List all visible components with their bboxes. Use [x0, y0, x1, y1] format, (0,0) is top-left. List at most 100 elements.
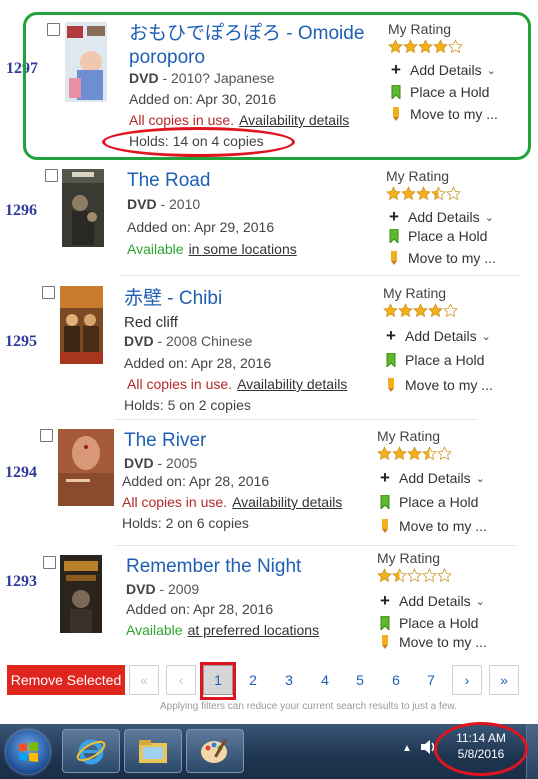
star-rating[interactable] [383, 303, 523, 321]
star-icon[interactable] [428, 303, 443, 318]
star-rating[interactable] [377, 446, 517, 464]
star-icon[interactable] [401, 186, 416, 201]
place-hold-button[interactable]: Place a Hold [386, 228, 526, 244]
item-format: DVD - 2008 Chinese [124, 333, 252, 349]
add-details-label: Add Details [408, 209, 480, 225]
star-icon[interactable] [422, 446, 437, 461]
page-3-button[interactable]: 3 [274, 665, 304, 695]
item-number: 1293 [5, 573, 37, 590]
show-hidden-icons-icon[interactable]: ▲ [402, 743, 412, 754]
page-5-button[interactable]: 5 [345, 665, 375, 695]
last-page-button[interactable]: » [489, 665, 519, 695]
first-page-button[interactable]: « [129, 665, 159, 695]
holds-highlight-oval [102, 127, 295, 157]
format-type: DVD [126, 581, 156, 597]
the-river-poster[interactable] [58, 429, 114, 506]
bookmark-icon [386, 229, 402, 243]
chevron-down-icon: ⌄ [481, 330, 491, 343]
current-page-highlight [200, 662, 236, 700]
star-icon[interactable] [437, 446, 452, 461]
move-to-list-button[interactable]: Move to my ... [377, 518, 517, 534]
star-icon[interactable] [443, 303, 458, 318]
pencil-icon [383, 378, 399, 392]
star-icon[interactable] [413, 303, 428, 318]
item-status: Available at preferred locations [126, 622, 319, 638]
bookmark-icon [377, 495, 393, 509]
place-hold-label: Place a Hold [405, 352, 485, 368]
list-item: 1295 赤壁 - Chibi Red cliff DVD - 2008 Chi… [0, 280, 538, 420]
select-checkbox[interactable] [40, 429, 53, 442]
star-icon[interactable] [377, 446, 392, 461]
add-details-label: Add Details [399, 470, 471, 486]
item-status: All copies in use. Availability details [127, 376, 347, 392]
star-icon[interactable] [407, 446, 422, 461]
star-icon[interactable] [392, 446, 407, 461]
page-6-button[interactable]: 6 [381, 665, 411, 695]
add-details-button[interactable]: + Add Details ⌄ [377, 592, 517, 609]
select-checkbox[interactable] [45, 169, 58, 182]
item-number: 1296 [5, 202, 37, 219]
availability-link[interactable]: Availability details [232, 494, 342, 510]
place-hold-label: Place a Hold [408, 228, 488, 244]
add-details-button[interactable]: + Add Details ⌄ [377, 469, 517, 486]
star-rating[interactable] [386, 186, 526, 204]
file-explorer-icon[interactable] [124, 729, 182, 773]
next-page-button[interactable]: › [452, 665, 482, 695]
place-hold-button[interactable]: Place a Hold [383, 352, 523, 368]
page-2-button[interactable]: 2 [238, 665, 268, 695]
list-item: 1294 The River DVD - 2005 Added on: Apr … [0, 425, 538, 545]
select-checkbox[interactable] [42, 286, 55, 299]
availability-link[interactable]: in some locations [189, 241, 297, 257]
availability-link[interactable]: at preferred locations [188, 622, 320, 638]
star-icon[interactable] [383, 303, 398, 318]
red-cliff-poster[interactable] [60, 286, 103, 364]
item-title[interactable]: The River [124, 429, 206, 453]
item-title[interactable]: Remember the Night [126, 555, 301, 579]
move-to-list-button[interactable]: Move to my ... [386, 250, 526, 266]
place-hold-button[interactable]: Place a Hold [377, 615, 517, 631]
windows-start-icon[interactable] [6, 730, 50, 774]
page-4-button[interactable]: 4 [310, 665, 340, 695]
item-title[interactable]: 赤壁 - Chibi [124, 287, 222, 311]
star-icon[interactable] [407, 568, 422, 583]
page-7-button[interactable]: 7 [416, 665, 446, 695]
star-icon[interactable] [386, 186, 401, 201]
star-icon[interactable] [431, 186, 446, 201]
star-icon[interactable] [446, 186, 461, 201]
format-detail: - 2010 [156, 196, 201, 212]
select-checkbox[interactable] [43, 556, 56, 569]
status-text: All copies in use. [122, 494, 228, 510]
star-icon[interactable] [392, 568, 407, 583]
add-details-label: Add Details [399, 593, 471, 609]
availability-link[interactable]: Availability details [237, 376, 347, 392]
item-status: Available in some locations [127, 241, 297, 257]
pencil-icon [386, 251, 402, 265]
star-icon[interactable] [377, 568, 392, 583]
star-icon[interactable] [416, 186, 431, 201]
add-details-button[interactable]: + Add Details ⌄ [386, 208, 526, 225]
move-to-label: Move to my ... [405, 377, 493, 393]
star-icon[interactable] [422, 568, 437, 583]
item-added-date: Added on: Apr 29, 2016 [127, 219, 275, 235]
status-text: Available [127, 241, 184, 257]
list-item: 1296 The Road DVD - 2010 Added on: Apr 2… [0, 165, 538, 275]
star-icon[interactable] [398, 303, 413, 318]
internet-explorer-icon[interactable] [62, 729, 120, 773]
the-road-poster[interactable] [62, 169, 104, 247]
clock-highlight-oval [434, 722, 528, 776]
item-title[interactable]: The Road [127, 169, 210, 193]
plus-icon: + [386, 326, 396, 345]
move-to-list-button[interactable]: Move to my ... [377, 634, 517, 650]
item-status: All copies in use. Availability details [122, 494, 342, 510]
move-to-list-button[interactable]: Move to my ... [383, 377, 523, 393]
prev-page-button[interactable]: ‹ [166, 665, 196, 695]
divider [120, 275, 520, 276]
remember-the-night-poster[interactable] [60, 555, 102, 633]
remove-selected-button[interactable]: Remove Selected [7, 665, 125, 695]
paint-icon[interactable] [186, 729, 244, 773]
star-icon[interactable] [437, 568, 452, 583]
add-details-button[interactable]: + Add Details ⌄ [383, 326, 523, 345]
star-rating[interactable] [377, 568, 517, 586]
move-to-label: Move to my ... [408, 250, 496, 266]
place-hold-button[interactable]: Place a Hold [377, 494, 517, 510]
